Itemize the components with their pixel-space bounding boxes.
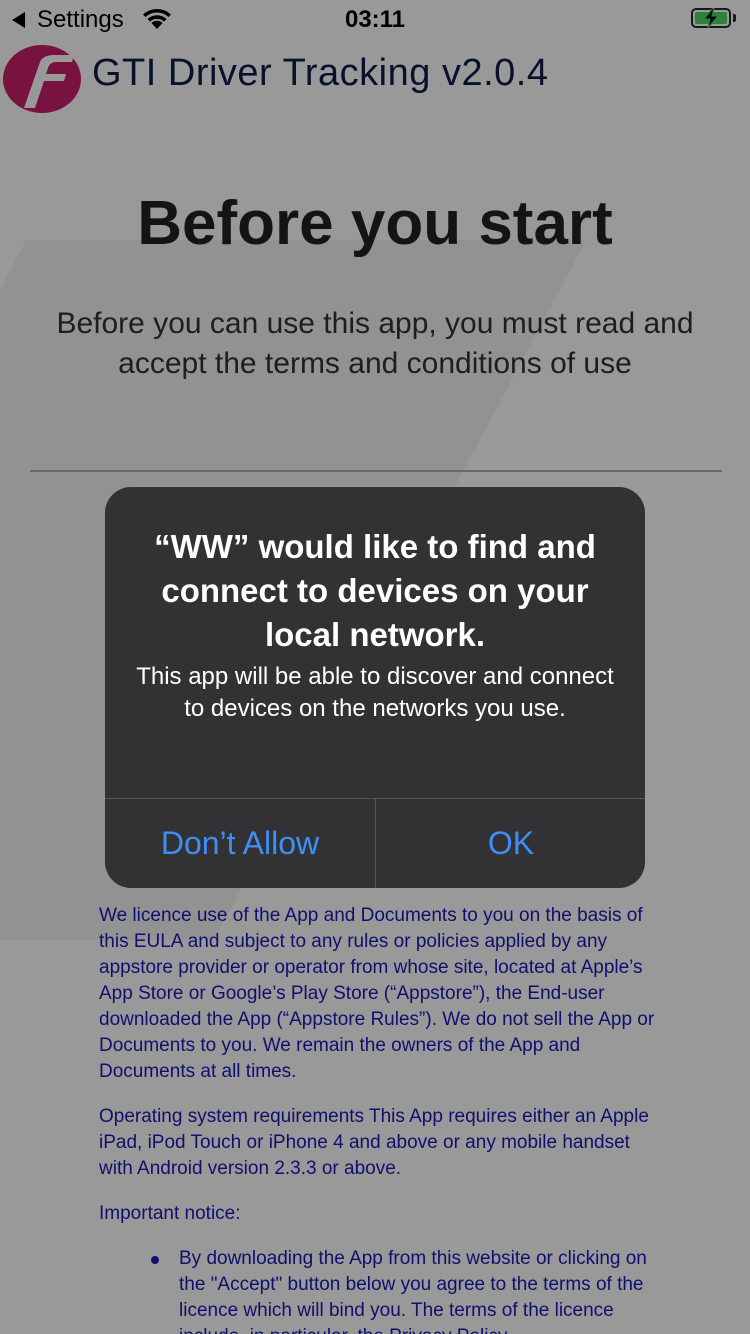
local-network-permission-alert: “WW” would like to find and connect to d… — [105, 487, 645, 888]
alert-message: This app will be able to discover and co… — [136, 663, 614, 722]
dont-allow-button[interactable]: Don’t Allow — [105, 799, 375, 888]
app-screen: Settings 03:11 GTI Driver Tracking v2.0.… — [0, 0, 750, 1334]
alert-title: “WW” would like to find and connect to d… — [154, 528, 596, 653]
ok-button[interactable]: OK — [376, 799, 645, 888]
